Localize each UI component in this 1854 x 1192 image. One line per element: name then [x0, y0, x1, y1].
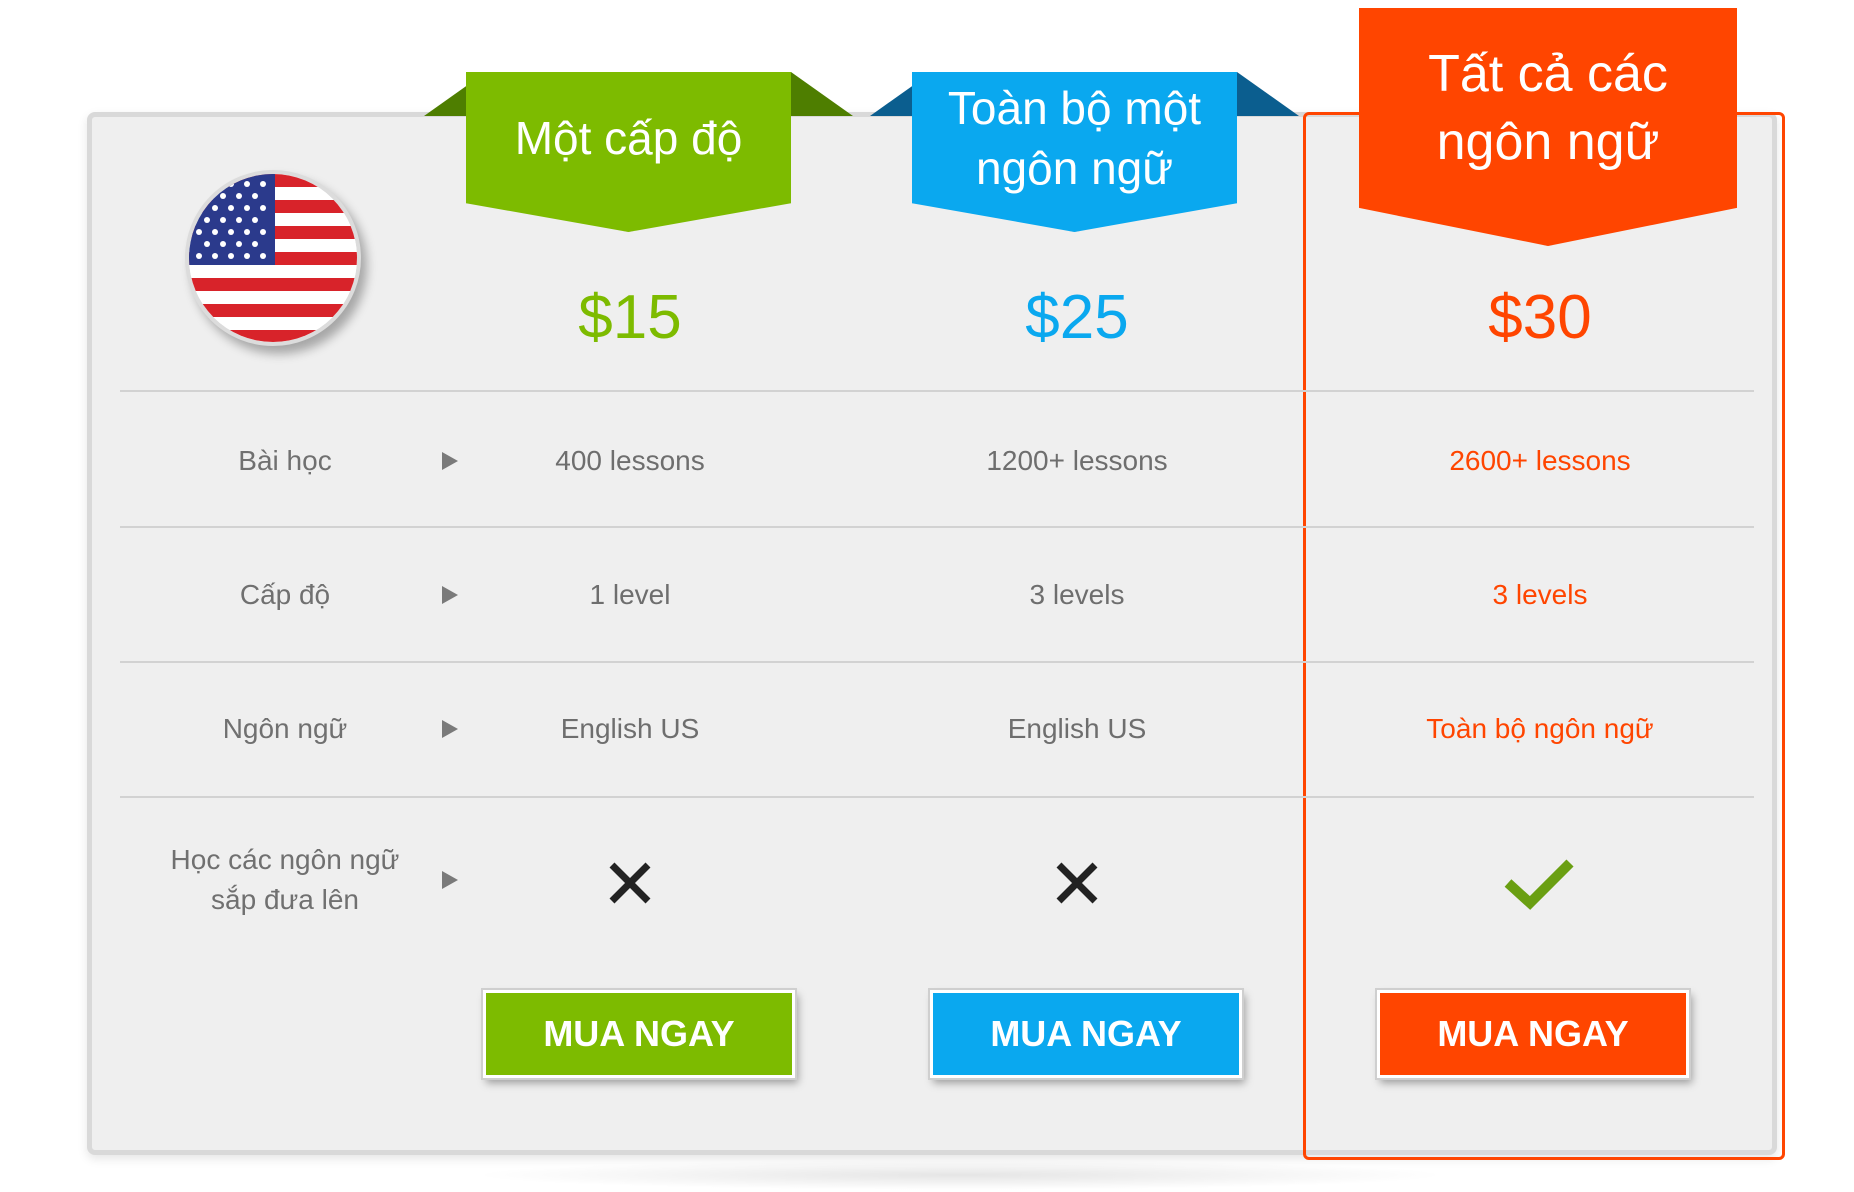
- cell-lessons-all-languages: 2600+ lessons: [1449, 445, 1631, 476]
- plan-title-ribbon: Tất cả các ngôn ngữ: [1359, 8, 1737, 246]
- check-icon: [1504, 859, 1574, 910]
- cell-language-all-languages: Toàn bộ ngôn ngữ: [1426, 713, 1654, 744]
- price-one-level: $15: [578, 283, 682, 352]
- card-shadow: [470, 1160, 1450, 1190]
- row-label-levels: Cấp độ: [239, 579, 331, 610]
- row-label-language: Ngôn ngữ: [222, 713, 348, 744]
- cell-lessons-one-level: 400 lessons: [555, 445, 705, 476]
- cross-icon: [609, 862, 651, 904]
- cell-language-one-level: English US: [560, 713, 700, 744]
- plan-title: Toàn bộ một ngôn ngữ: [947, 82, 1202, 194]
- cell-levels-one-level: 1 level: [589, 579, 671, 610]
- plan-title-ribbon: Một cấp độ: [466, 72, 791, 232]
- price-one-language: $25: [1025, 283, 1129, 352]
- row-label-upcoming-languages: Học các ngôn ngữ sắp đưa lên: [170, 844, 400, 915]
- buy-now-button-one-level[interactable]: MUA NGAY: [483, 990, 795, 1078]
- plan-title-ribbon: Toàn bộ một ngôn ngữ: [912, 72, 1237, 232]
- cross-icon: [1056, 862, 1098, 904]
- price-all-languages: $30: [1488, 283, 1592, 352]
- plan-title: Tất cả các ngôn ngữ: [1428, 45, 1668, 171]
- cell-language-one-language: English US: [1007, 713, 1147, 744]
- row-divider: [120, 796, 1754, 798]
- cell-levels-all-languages: 3 levels: [1492, 579, 1588, 610]
- cell-lessons-one-language: 1200+ lessons: [986, 445, 1168, 476]
- plan-title: Một cấp độ: [514, 112, 743, 165]
- row-label-lessons: Bài học: [238, 445, 332, 476]
- buy-now-button-one-language[interactable]: MUA NGAY: [930, 990, 1242, 1078]
- row-divider: [120, 390, 1754, 392]
- row-divider: [120, 526, 1754, 528]
- ribbon-fold: [791, 72, 853, 116]
- row-arrow-icon: [442, 871, 458, 889]
- ribbon-fold: [1237, 72, 1299, 116]
- buy-now-button-all-languages[interactable]: MUA NGAY: [1377, 990, 1689, 1078]
- us-flag-icon: [185, 170, 361, 346]
- row-divider: [120, 661, 1754, 663]
- cell-levels-one-language: 3 levels: [1029, 579, 1125, 610]
